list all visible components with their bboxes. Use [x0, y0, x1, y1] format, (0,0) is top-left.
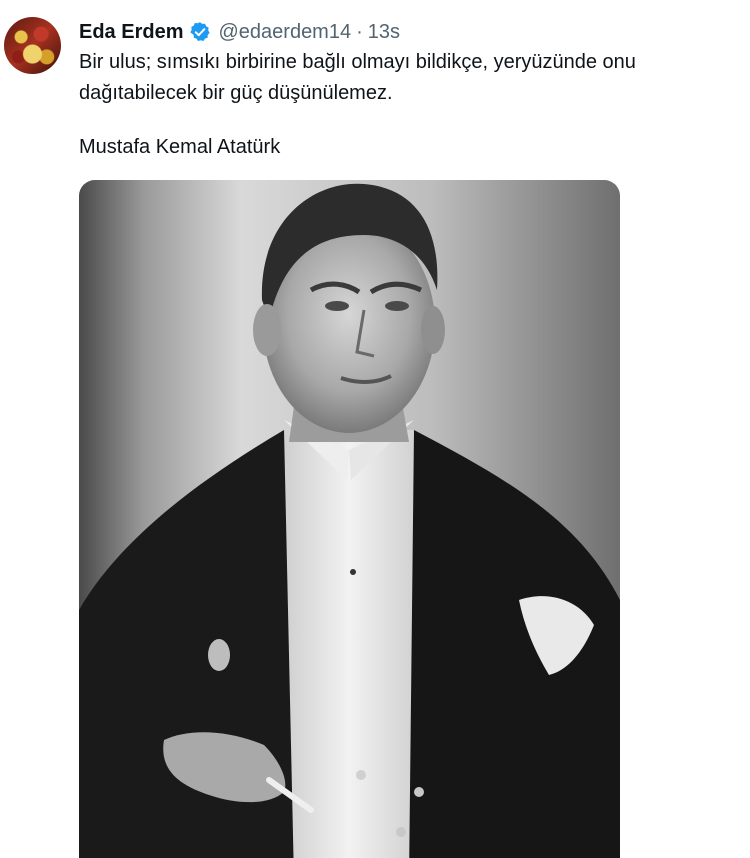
tweet[interactable]: Eda Erdem @edaerdem14 · 13s Bir ulus; sı…	[0, 0, 750, 858]
avatar[interactable]	[4, 17, 61, 74]
author-handle[interactable]: @edaerdem14	[218, 21, 351, 44]
tweet-attribution: Mustafa Kemal Atatürk	[79, 136, 281, 158]
tweet-header: Eda Erdem @edaerdem14 · 13s	[79, 18, 400, 46]
separator-dot: ·	[356, 20, 363, 43]
tweet-text: Bir ulus; sımsıkı birbirine bağlı olmayı…	[79, 47, 719, 163]
tweet-photo[interactable]	[79, 180, 620, 858]
author-name[interactable]: Eda Erdem	[79, 21, 183, 44]
portrait-photo	[79, 180, 620, 858]
tweet-text-line: dağıtabilecek bir güç düşünülemez.	[79, 82, 393, 104]
timestamp[interactable]: 13s	[368, 21, 400, 44]
verified-badge-icon	[189, 21, 211, 43]
tweet-text-line: Bir ulus; sımsıkı birbirine bağlı olmayı…	[79, 51, 636, 73]
